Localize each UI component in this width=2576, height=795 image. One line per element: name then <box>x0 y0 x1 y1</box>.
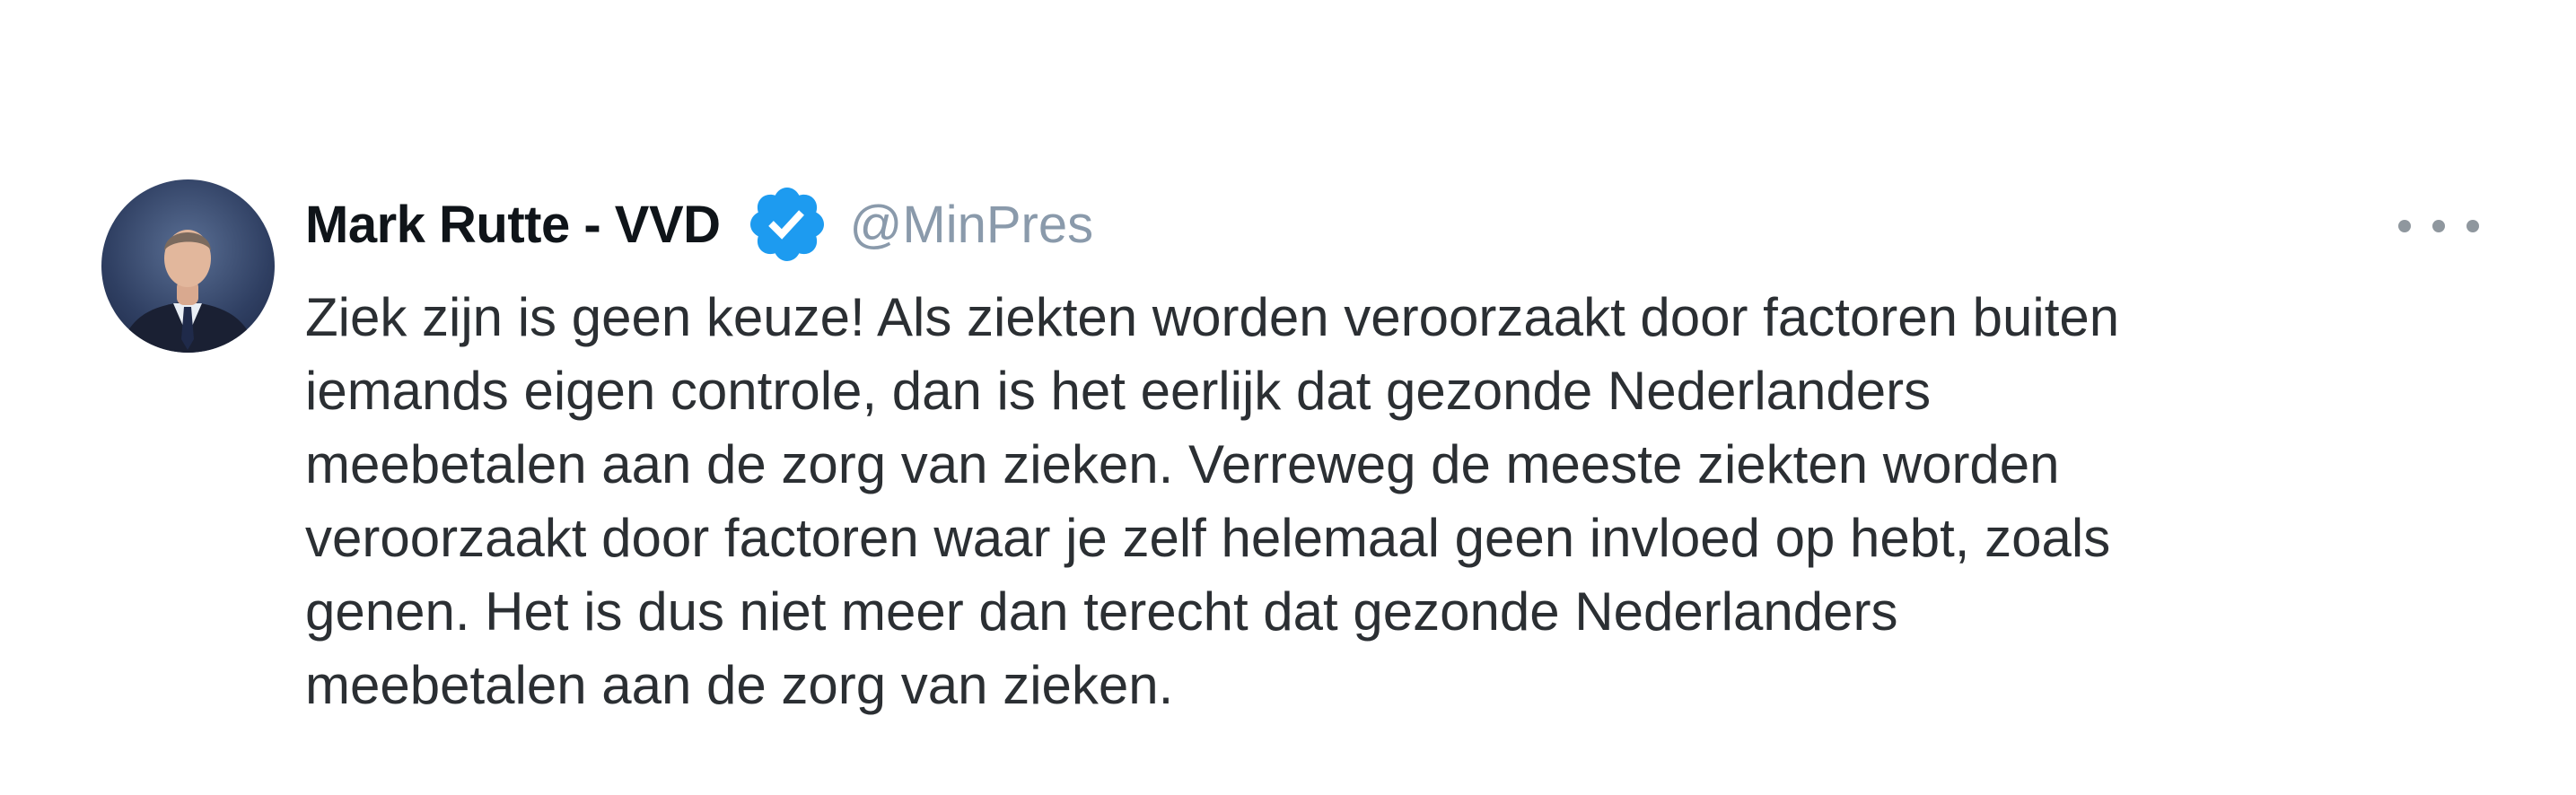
more-dot <box>2398 220 2411 232</box>
author-handle[interactable]: @MinPres <box>850 195 1094 255</box>
tweet-text-line: Ziek zijn is geen keuze! Als ziekten wor… <box>305 287 2120 347</box>
tweet-text-line: veroorzaakt door factoren waar je zelf h… <box>305 508 2111 568</box>
tweet-header: Mark Rutte - VVD @MinPres <box>305 179 1093 269</box>
tweet-text: Ziek zijn is geen keuze! Als ziekten wor… <box>305 281 2495 722</box>
more-options-button[interactable] <box>2398 208 2479 244</box>
avatar[interactable] <box>101 179 275 353</box>
author-display-name[interactable]: Mark Rutte - VVD <box>305 195 721 255</box>
tweet-text-line: meebetalen aan de zorg van zieken. <box>305 655 1174 715</box>
tweet-text-line: meebetalen aan de zorg van zieken. Verre… <box>305 434 2060 494</box>
tweet-text-line: iemands eigen controle, dan is het eerli… <box>305 361 1932 421</box>
more-dot <box>2432 220 2445 232</box>
tweet-card: Mark Rutte - VVD @MinPres Ziek zijn is g… <box>0 0 2576 795</box>
avatar-portrait-image <box>119 230 257 353</box>
more-dot <box>2466 220 2479 232</box>
verified-badge-icon <box>744 181 830 267</box>
tweet-text-line: genen. Het is dus niet meer dan terecht … <box>305 581 1898 642</box>
